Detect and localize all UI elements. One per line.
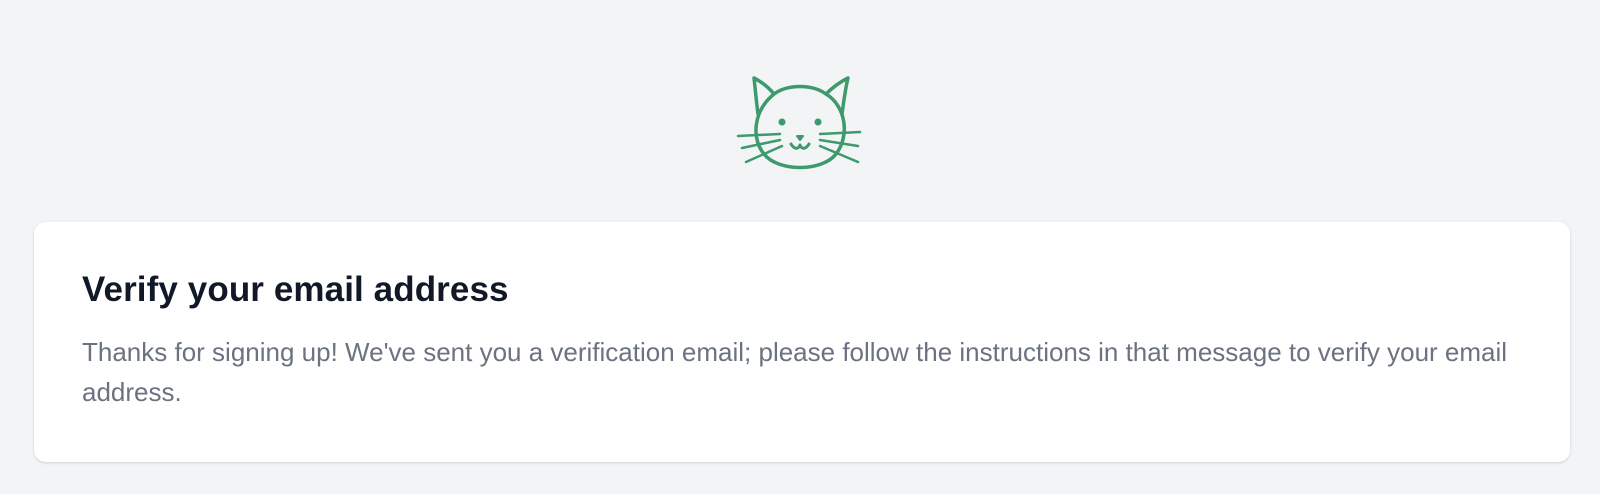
- logo-container: [0, 74, 1600, 174]
- verification-message: Thanks for signing up! We've sent you a …: [82, 337, 1508, 407]
- verification-card: Verify your email address Thanks for sig…: [34, 222, 1570, 462]
- page-title: Verify your email address: [82, 270, 509, 309]
- cat-icon: [736, 76, 862, 170]
